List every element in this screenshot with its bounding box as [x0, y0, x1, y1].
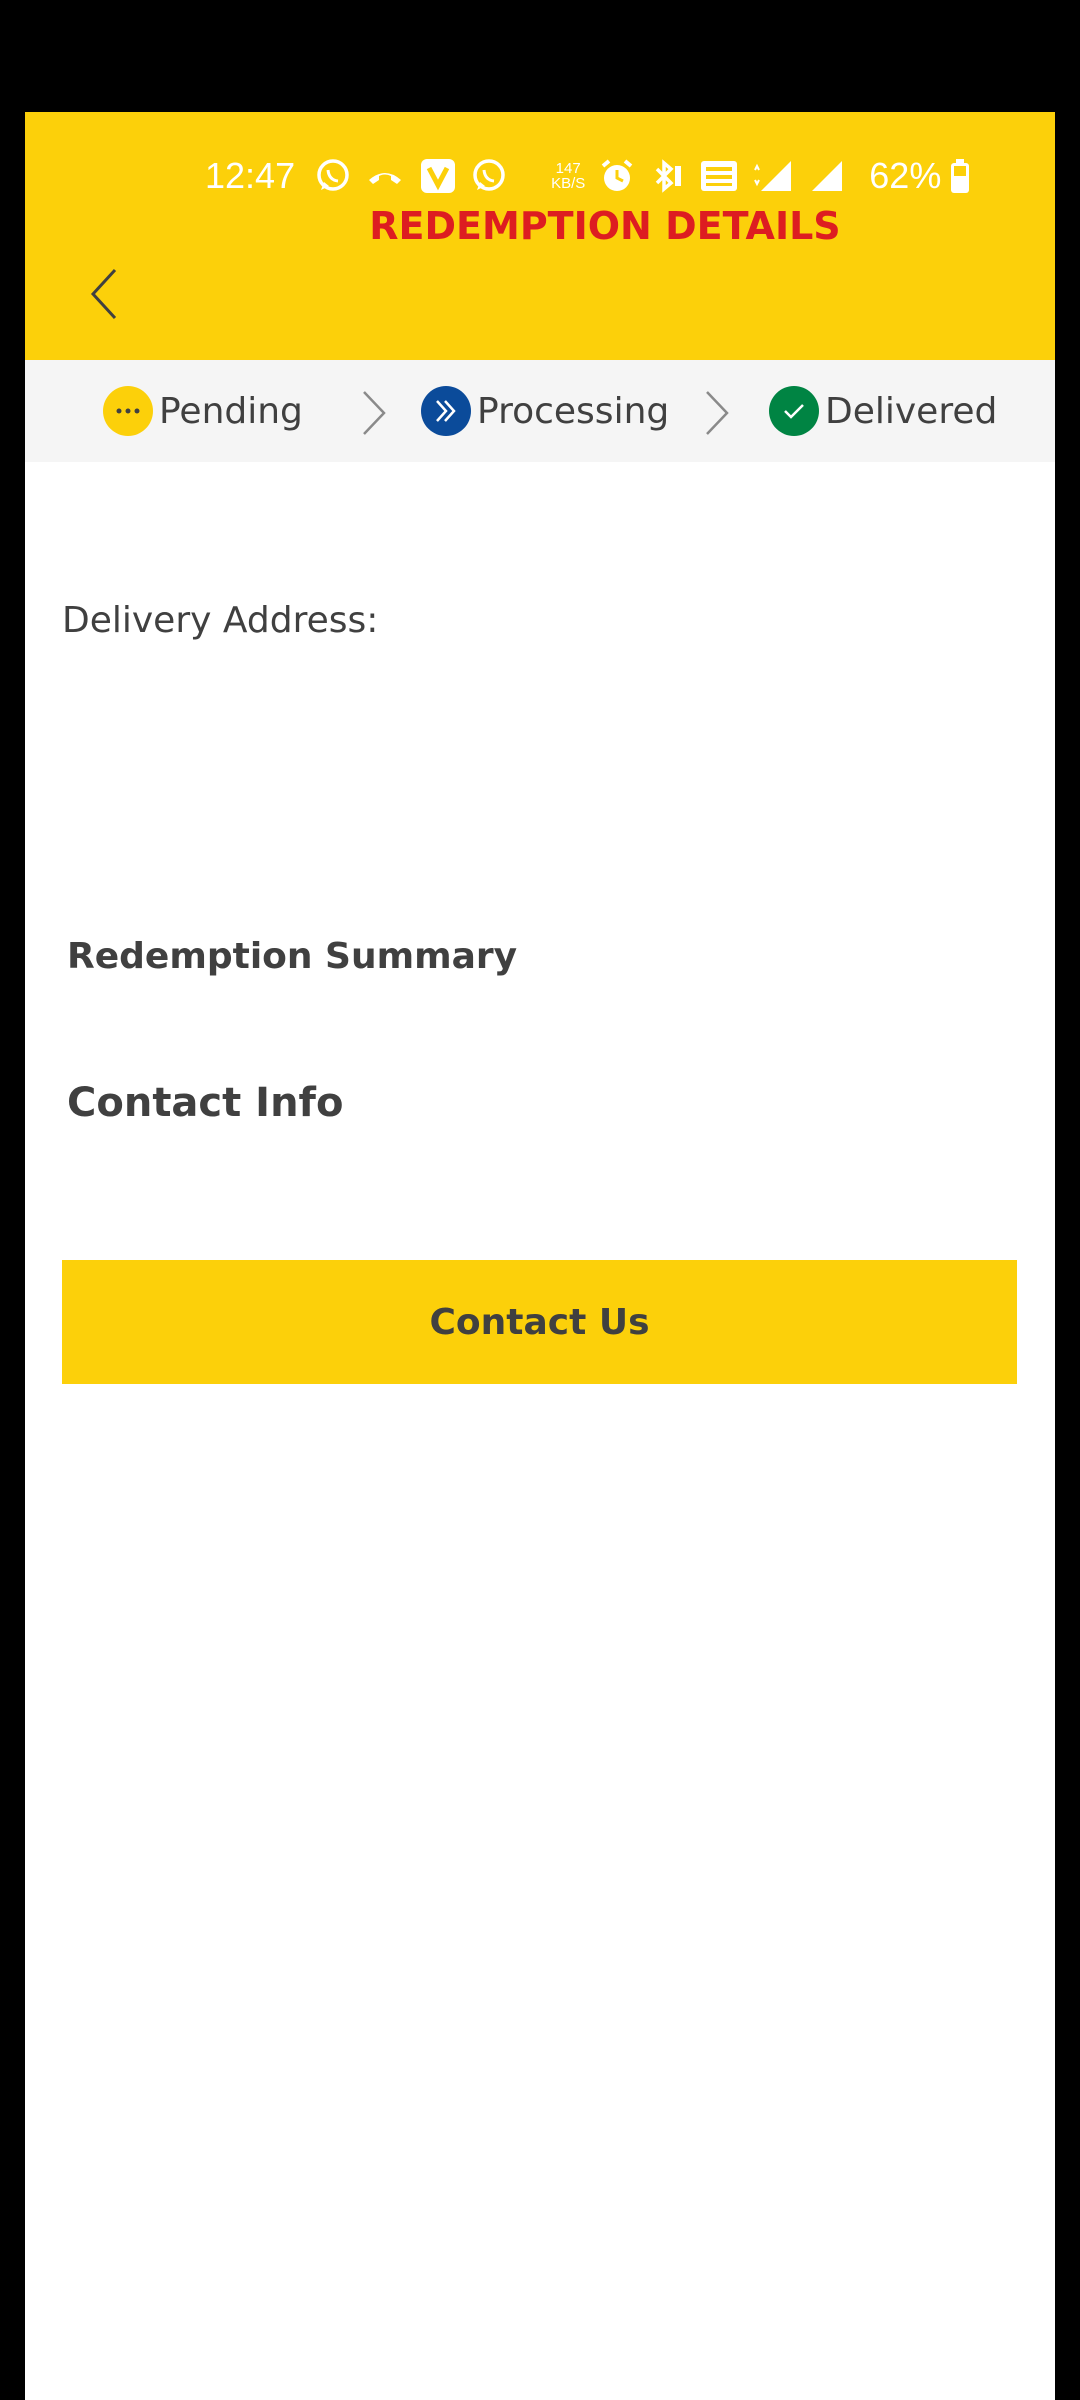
volte-icon — [699, 158, 739, 194]
speed-unit: KB/S — [551, 175, 586, 192]
status-stepper: Pending Processing Delivered — [25, 360, 1055, 462]
check-icon — [769, 386, 819, 436]
redemption-summary-title: Redemption Summary — [67, 936, 518, 977]
delivery-address-label: Delivery Address: — [62, 600, 379, 641]
back-button[interactable] — [73, 254, 133, 334]
status-time: 12:47 — [205, 155, 296, 196]
chevron-left-icon — [90, 268, 117, 320]
status-bar: 12:47 147 KB/S 62% — [205, 146, 985, 206]
chevron-right-icon — [363, 391, 386, 435]
more-dots-icon — [103, 386, 153, 436]
step-delivered: Delivered — [769, 380, 997, 442]
battery-percent: 62% — [869, 155, 942, 196]
step-label: Delivered — [825, 390, 998, 432]
chevron-right-icon — [706, 391, 729, 435]
step-label: Processing — [477, 390, 670, 432]
alarm-icon — [599, 158, 635, 194]
contact-us-button[interactable]: Contact Us — [62, 1260, 1017, 1384]
network-speed: 147 KB/S — [551, 161, 585, 191]
contact-info-title: Contact Info — [67, 1080, 344, 1126]
page-title: REDEMPTION DETAILS — [369, 204, 841, 248]
v-app-icon — [419, 157, 457, 195]
app-screen: 12:47 147 KB/S 62% REDEMPTION DETAILS Pe… — [25, 112, 1055, 2400]
app-header: 12:47 147 KB/S 62% REDEMPTION DETAILS — [25, 112, 1055, 360]
step-label: Pending — [159, 390, 303, 432]
step-pending: Pending — [103, 380, 303, 442]
step-processing: Processing — [421, 380, 669, 442]
whatsapp-icon — [315, 158, 351, 194]
speed-value: 147 — [555, 160, 581, 177]
4g-signal-icon — [753, 158, 795, 194]
missed-call-icon — [365, 158, 405, 194]
bluetooth-icon — [649, 158, 685, 194]
signal-icon — [809, 158, 845, 194]
double-chevron-right-icon — [421, 386, 471, 436]
battery-icon — [949, 158, 971, 194]
whatsapp-icon — [471, 158, 507, 194]
